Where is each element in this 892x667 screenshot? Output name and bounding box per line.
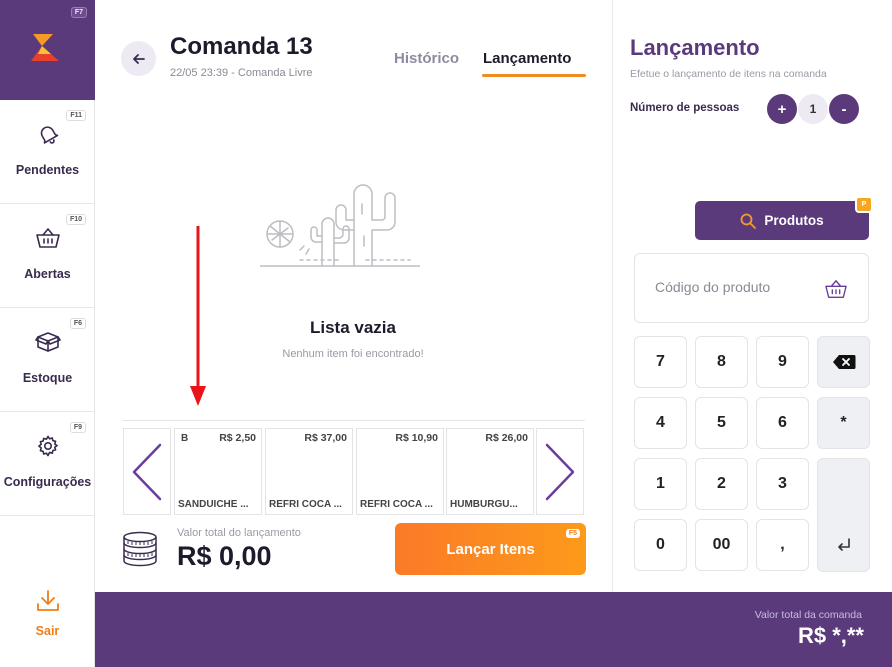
keypad-key-comma[interactable]: , (756, 519, 809, 571)
carousel-prev-button[interactable] (123, 428, 171, 515)
search-icon (740, 213, 757, 229)
people-count-label: Número de pessoas (630, 102, 740, 114)
box-icon (34, 332, 61, 352)
gear-icon (37, 435, 58, 457)
carousel-next-button[interactable] (536, 428, 584, 515)
keypad-backspace-button[interactable] (817, 336, 870, 388)
back-button[interactable] (121, 41, 156, 76)
keypad-enter-button[interactable] (817, 458, 870, 572)
sidebar-item-label: Configurações (3, 475, 92, 489)
tab-historico[interactable]: Histórico (394, 50, 459, 67)
bell-icon (40, 126, 58, 144)
products-button[interactable]: Produtos P (695, 196, 873, 240)
chevron-right-icon (545, 443, 575, 500)
shortcut-badge: F10 (65, 214, 86, 225)
product-code-input[interactable] (655, 279, 815, 295)
exit-label: Sair (35, 624, 60, 638)
product-name: REFRI COCA ... (360, 499, 433, 510)
sidebar-item-label: Estoque (22, 371, 73, 385)
keypad-key-1[interactable]: 1 (634, 458, 687, 510)
product-price: R$ 37,00 (304, 432, 347, 444)
shortcut-badge: F9 (69, 422, 86, 433)
product-card[interactable]: B R$ 2,50 SANDUICHE ... (174, 428, 262, 515)
product-price: R$ 26,00 (485, 432, 528, 444)
sidebar-item-label: Pendentes (15, 163, 80, 177)
panel-title: Lançamento (630, 35, 760, 60)
empty-state-message: Nenhum item foi encontrado! (282, 348, 424, 360)
product-price: R$ 10,90 (395, 432, 438, 444)
decrease-people-button[interactable]: - (829, 94, 859, 124)
empty-cactus-illustration (260, 184, 420, 267)
keypad-key-8[interactable]: 8 (695, 336, 748, 388)
launch-total-label: Valor total do lançamento (177, 527, 301, 539)
sidebar: F7 F11 Pendentes F10 Abertas F6 Estoque … (0, 0, 95, 667)
enter-icon (838, 538, 850, 551)
product-code: B (181, 433, 189, 444)
sidebar-item-label: Abertas (24, 267, 71, 281)
basket-icon (825, 280, 847, 298)
keypad-key-2[interactable]: 2 (695, 458, 748, 510)
chevron-left-icon (132, 443, 162, 500)
people-count-value: 1 (798, 94, 828, 124)
bottom-total-bar: Valor total da comanda R$ *,** (95, 592, 892, 667)
keypad-key-6[interactable]: 6 (756, 397, 809, 449)
launch-items-button[interactable]: Lançar Itens F5 (395, 523, 586, 575)
product-name: SANDUICHE ... (178, 499, 249, 510)
download-exit-icon (36, 590, 59, 611)
strip-divider (122, 420, 585, 421)
basket-icon (35, 228, 60, 248)
product-name: REFRI COCA ... (269, 499, 342, 510)
exit-button[interactable]: Sair (0, 588, 95, 648)
keypad-key-9[interactable]: 9 (756, 336, 809, 388)
page-subtitle: 22/05 23:39 - Comanda Livre (170, 67, 313, 79)
sidebar-item-estoque[interactable]: F6 Estoque (0, 308, 95, 412)
product-price: R$ 2,50 (219, 432, 256, 444)
keypad-key-00[interactable]: 00 (695, 519, 748, 571)
launch-items-label: Lançar Itens (446, 540, 535, 558)
app-root: F7 F11 Pendentes F10 Abertas F6 Estoque … (0, 0, 892, 667)
order-total-value: R$ *,** (797, 623, 864, 648)
order-total-label: Valor total da comanda (754, 609, 862, 621)
shortcut-badge: F11 (66, 110, 86, 121)
keypad-key-5[interactable]: 5 (695, 397, 748, 449)
shortcut-badge: F6 (69, 318, 86, 329)
product-card[interactable]: R$ 37,00 REFRI COCA ... (265, 428, 353, 515)
products-shortcut-badge: P (855, 196, 873, 213)
product-card[interactable]: R$ 10,90 REFRI COCA ... (356, 428, 444, 515)
product-name: HUMBURGU... (450, 499, 518, 510)
keypad-key-3[interactable]: 3 (756, 458, 809, 510)
panel-subtitle: Efetue o lançamento de itens na comanda (630, 68, 827, 80)
sidebar-item-configuracoes[interactable]: F9 Configurações (0, 412, 95, 516)
launch-total-value: R$ 0,00 (177, 541, 272, 571)
products-button-label: Produtos (764, 213, 824, 228)
sidebar-item-pendentes[interactable]: F11 Pendentes (0, 100, 95, 204)
keypad-key-7[interactable]: 7 (634, 336, 687, 388)
logo-block[interactable]: F7 (0, 0, 95, 100)
sidebar-item-abertas[interactable]: F10 Abertas (0, 204, 95, 308)
tab-lancamento[interactable]: Lançamento (483, 50, 571, 67)
brand-logo-icon (31, 34, 59, 61)
keypad-key-0[interactable]: 0 (634, 519, 687, 571)
keypad-key-4[interactable]: 4 (634, 397, 687, 449)
increase-people-button[interactable]: + (767, 94, 797, 124)
shortcut-badge: F5 (565, 529, 580, 538)
page-title: Comanda 13 (170, 33, 313, 60)
arrow-left-icon (132, 53, 145, 64)
active-tab-indicator (482, 74, 586, 77)
product-card[interactable]: R$ 26,00 HUMBURGU... (446, 428, 534, 515)
coins-icon (123, 531, 157, 567)
backspace-icon (832, 355, 855, 369)
keypad-multiply-button[interactable]: * (817, 397, 870, 449)
annotation-red-arrow (190, 226, 206, 406)
logo-shortcut-badge: F7 (70, 7, 87, 18)
empty-state-title: Lista vazia (310, 318, 396, 337)
product-code-field[interactable] (634, 253, 869, 323)
